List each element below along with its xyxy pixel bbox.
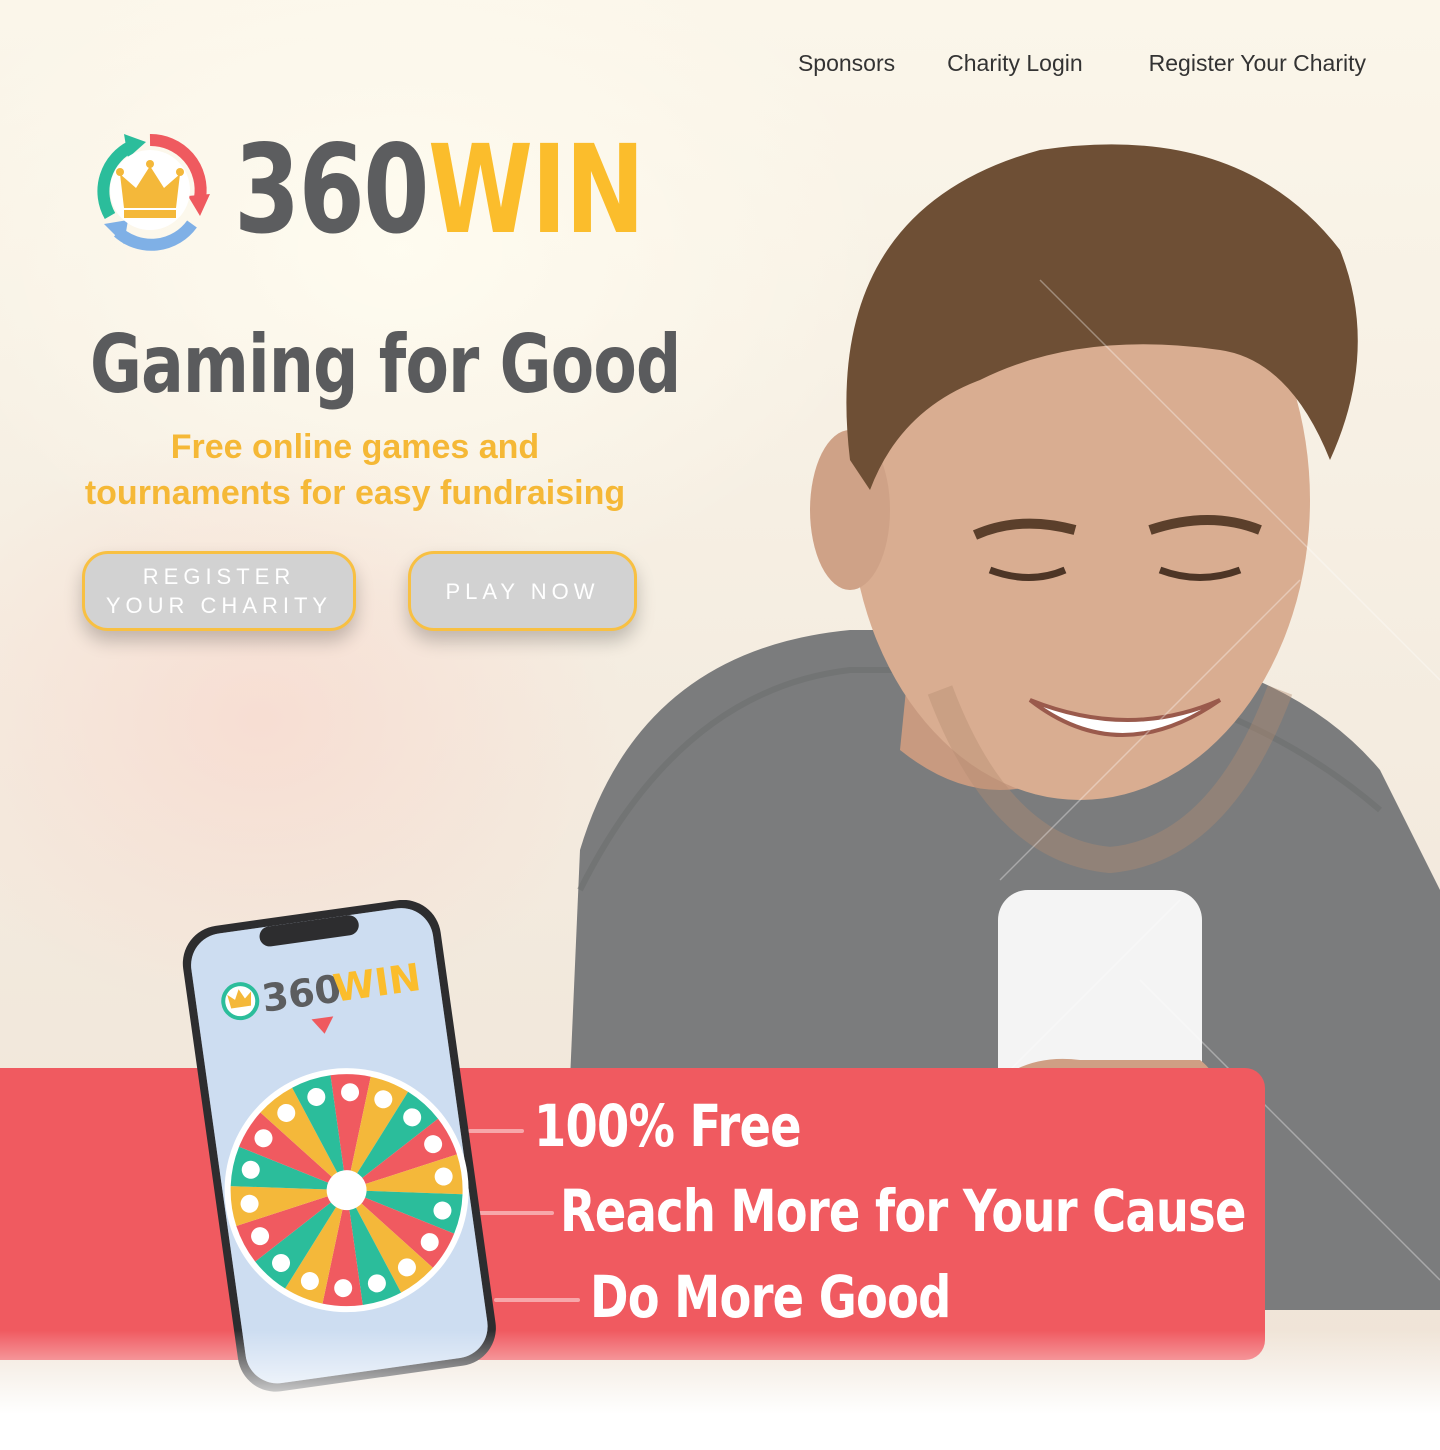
nav-sponsors-link[interactable]: Sponsors bbox=[798, 50, 895, 77]
nav-charity-login-link[interactable]: Charity Login bbox=[947, 50, 1083, 77]
top-navigation: Sponsors Charity Login Register Your Cha… bbox=[798, 50, 1366, 77]
hero-subline-line1: Free online games and bbox=[170, 428, 540, 466]
brand-wordmark: 360WIN bbox=[234, 129, 645, 251]
feature-free: 100% Free bbox=[534, 1092, 802, 1160]
phone-mockup: 360 WIN bbox=[182, 900, 496, 1392]
crown-circular-arrows-icon bbox=[97, 133, 210, 251]
register-button-line1: REGISTER bbox=[142, 564, 296, 589]
register-button-line2: YOUR CHARITY bbox=[105, 593, 333, 618]
hero-headline: Gaming for Good bbox=[90, 318, 681, 411]
brand-number: 360 bbox=[234, 119, 430, 261]
brand-word: WIN bbox=[427, 119, 645, 261]
feature-good: Do More Good bbox=[590, 1263, 951, 1331]
bottom-fade bbox=[0, 1330, 1440, 1450]
hero-subline: Free online games and tournaments for ea… bbox=[80, 424, 630, 516]
play-now-button[interactable]: PLAY NOW bbox=[408, 551, 637, 631]
hero-subline-line2: tournaments for easy fundraising bbox=[84, 474, 626, 512]
nav-register-charity-link[interactable]: Register Your Charity bbox=[1149, 50, 1366, 77]
feature-reach: Reach More for Your Cause bbox=[560, 1177, 1246, 1245]
register-your-charity-button[interactable]: REGISTER YOUR CHARITY bbox=[82, 551, 356, 631]
brand-logo[interactable]: 360WIN bbox=[80, 120, 759, 260]
